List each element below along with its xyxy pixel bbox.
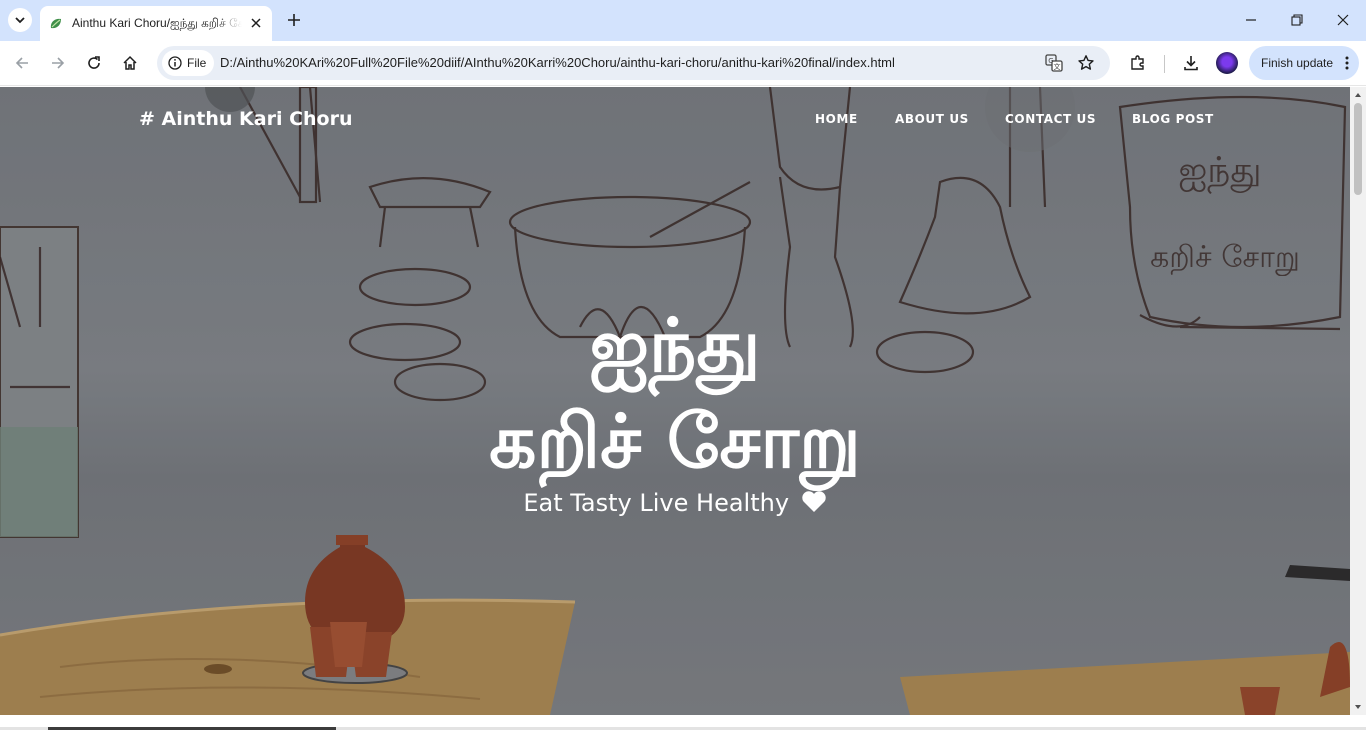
- translate-button[interactable]: G文: [1044, 53, 1064, 73]
- arrow-left-icon: [15, 57, 28, 69]
- heart-icon: [801, 491, 826, 512]
- tab-search-button[interactable]: [8, 8, 32, 32]
- profile-avatar[interactable]: [1216, 52, 1238, 74]
- puzzle-icon: [1131, 55, 1144, 70]
- site-info-chip[interactable]: File: [162, 50, 215, 76]
- chevron-down-icon: [15, 17, 25, 24]
- download-icon: [1184, 56, 1198, 71]
- nav-home[interactable]: HOME: [815, 112, 858, 126]
- translate-icon: G文: [1045, 54, 1063, 72]
- extensions-button[interactable]: [1126, 51, 1150, 75]
- svg-text:文: 文: [1054, 62, 1061, 71]
- vertical-scrollbar[interactable]: [1350, 87, 1366, 715]
- info-icon: [168, 56, 182, 70]
- reload-button[interactable]: [82, 51, 106, 75]
- browser-toolbar: File D:/Ainthu%20KAri%20Full%20File%20di…: [0, 41, 1366, 86]
- minimize-button[interactable]: [1239, 8, 1263, 32]
- minimize-icon: [1246, 19, 1256, 21]
- forward-button[interactable]: [46, 51, 70, 75]
- url-text[interactable]: D:/Ainthu%20KAri%20Full%20File%20diif/AI…: [220, 55, 895, 70]
- site-favicon-icon: [50, 18, 61, 28]
- arrow-right-icon: [52, 57, 65, 69]
- finish-update-button[interactable]: Finish update: [1249, 46, 1359, 80]
- page-viewport: ஐந்து கறிச் சோறு # Ainthu Kari Choru HOM…: [0, 87, 1350, 715]
- vertical-scroll-thumb[interactable]: [1354, 103, 1362, 195]
- star-icon: [1078, 55, 1094, 70]
- close-window-button[interactable]: [1331, 8, 1355, 32]
- nav-contact-us[interactable]: CONTACT US: [1005, 112, 1096, 126]
- new-tab-button[interactable]: [282, 8, 306, 32]
- tab-close-button[interactable]: [248, 15, 264, 31]
- more-vert-icon: [1345, 56, 1349, 70]
- home-button[interactable]: [118, 51, 142, 75]
- back-button[interactable]: [10, 51, 34, 75]
- scroll-up-icon[interactable]: [1354, 91, 1362, 99]
- site-brand-logo[interactable]: # Ainthu Kari Choru: [139, 108, 353, 130]
- hero-title-line1: ஐந்து: [589, 303, 761, 389]
- chip-label: File: [187, 56, 207, 70]
- downloads-button[interactable]: [1179, 51, 1203, 75]
- reload-icon: [88, 56, 100, 69]
- tab-strip: Ainthu Kari Choru/ஐந்து கறிச் சோறு: [0, 0, 1366, 41]
- nav-blog-post[interactable]: BLOG POST: [1132, 112, 1214, 126]
- hero-title-line2: கறிச் சோறு: [489, 399, 861, 485]
- close-icon: [1337, 14, 1349, 26]
- tab-title: Ainthu Kari Choru/ஐந்து கறிச் சோறு: [72, 15, 242, 30]
- finish-update-label: Finish update: [1261, 56, 1334, 70]
- close-icon: [251, 18, 261, 28]
- plus-icon: [288, 14, 300, 26]
- address-bar[interactable]: File D:/Ainthu%20KAri%20Full%20File%20di…: [157, 46, 1110, 80]
- bookmark-button[interactable]: [1076, 53, 1096, 73]
- hero-tagline: Eat Tasty Live Healthy: [0, 488, 1350, 518]
- toolbar-separator: [1164, 55, 1165, 73]
- tagline-text: Eat Tasty Live Healthy: [523, 489, 790, 517]
- home-icon: [123, 55, 137, 70]
- scroll-down-icon[interactable]: [1354, 703, 1362, 711]
- restore-button[interactable]: [1285, 8, 1309, 32]
- restore-icon: [1291, 14, 1303, 26]
- nav-about-us[interactable]: ABOUT US: [895, 112, 969, 126]
- active-tab[interactable]: Ainthu Kari Choru/ஐந்து கறிச் சோறு: [40, 6, 272, 41]
